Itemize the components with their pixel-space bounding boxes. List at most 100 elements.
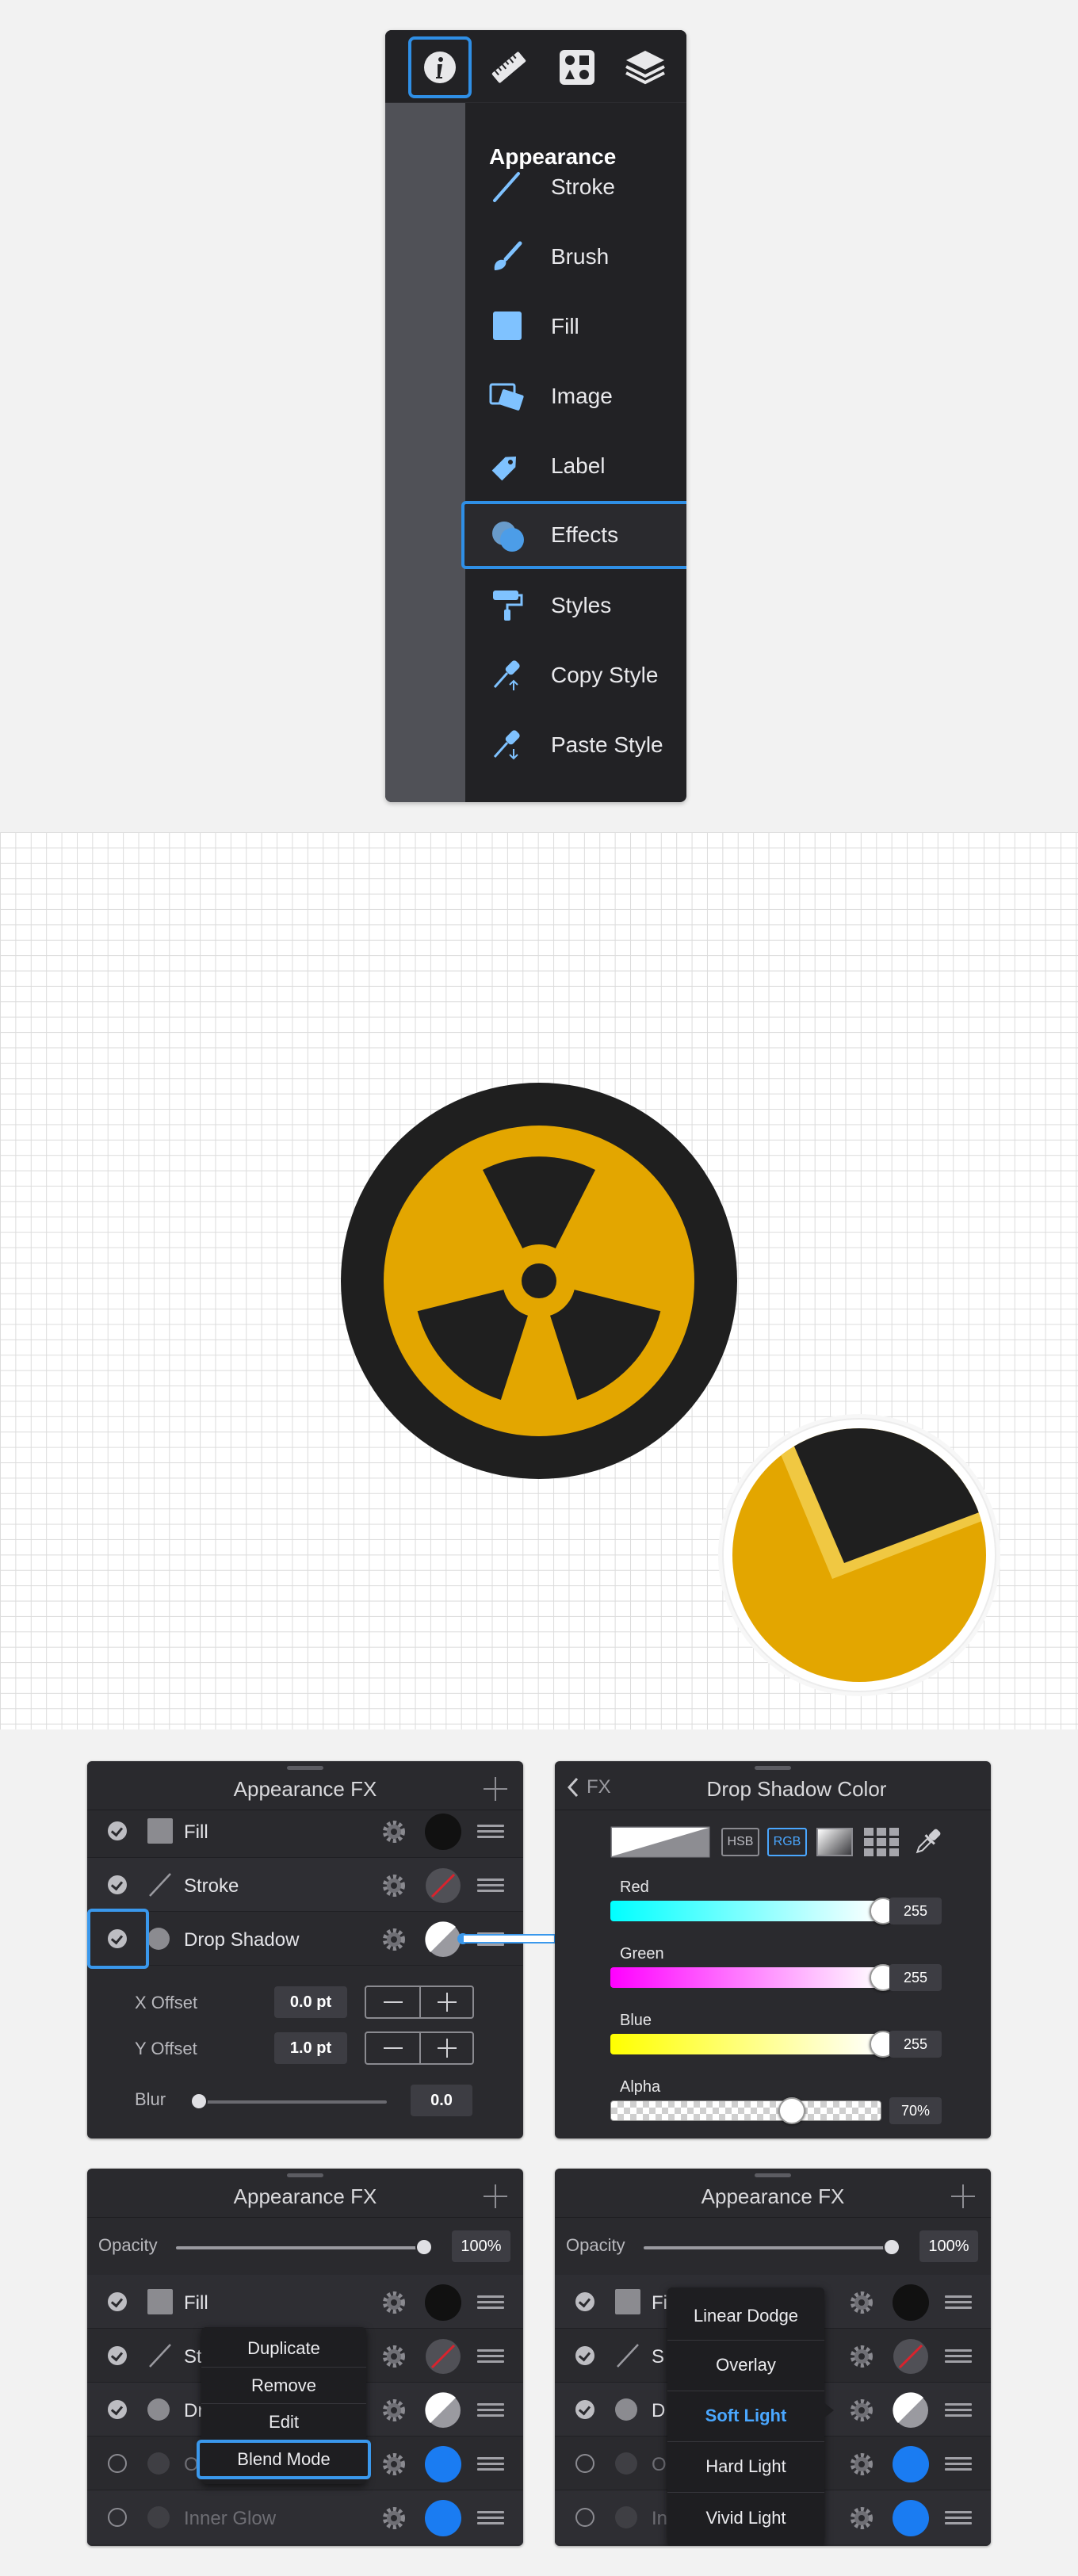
fx-row-inner-glow[interactable]: Inner Glow bbox=[87, 2490, 523, 2544]
blur-value[interactable]: 0.0 bbox=[411, 2085, 472, 2116]
artboard-canvas[interactable] bbox=[0, 832, 1078, 1729]
red-value[interactable]: 255 bbox=[889, 1898, 942, 1924]
blue-slider[interactable] bbox=[610, 2034, 881, 2054]
drag-handle-icon[interactable] bbox=[477, 2457, 504, 2471]
ruler-tab-button[interactable] bbox=[477, 36, 541, 98]
stroke-enabled-checkbox[interactable] bbox=[108, 2346, 127, 2365]
drag-handle-icon[interactable] bbox=[477, 2349, 504, 2364]
shapes-tab-button[interactable] bbox=[545, 36, 609, 98]
gear-icon[interactable] bbox=[380, 2397, 407, 2424]
hsb-mode-button[interactable]: HSB bbox=[721, 1828, 759, 1856]
add-effect-button[interactable] bbox=[951, 2184, 975, 2208]
menu-item-fill[interactable]: Fill bbox=[465, 293, 686, 360]
fill-color-swatch[interactable] bbox=[893, 2284, 929, 2321]
inner-glow-enabled-checkbox[interactable] bbox=[575, 2508, 594, 2527]
drop-shadow-enabled-checkbox[interactable] bbox=[108, 2400, 127, 2419]
info-tab-button[interactable] bbox=[408, 36, 472, 98]
inner-glow-color-swatch[interactable] bbox=[425, 2500, 461, 2536]
opacity-slider-track[interactable] bbox=[176, 2246, 423, 2249]
add-effect-button[interactable] bbox=[484, 2184, 507, 2208]
inner-glow-color-swatch[interactable] bbox=[893, 2500, 929, 2536]
outer-glow-enabled-checkbox[interactable] bbox=[575, 2454, 594, 2473]
gear-icon[interactable] bbox=[380, 2505, 407, 2532]
blend-overlay[interactable]: Overlay bbox=[667, 2340, 824, 2389]
swatches-grid-icon[interactable] bbox=[864, 1828, 899, 1856]
red-slider[interactable] bbox=[610, 1901, 881, 1921]
menu-item-image[interactable]: Image bbox=[465, 363, 686, 430]
stroke-enabled-checkbox[interactable] bbox=[108, 1875, 127, 1894]
drag-handle-icon[interactable] bbox=[945, 2295, 972, 2310]
current-color-preview[interactable] bbox=[610, 1826, 710, 1858]
outer-glow-enabled-checkbox[interactable] bbox=[108, 2454, 127, 2473]
menu-item-brush[interactable]: Brush bbox=[465, 224, 686, 290]
fx-row-fill[interactable]: Fill bbox=[87, 1804, 523, 1858]
gear-icon[interactable] bbox=[380, 1926, 407, 1953]
menu-item-styles[interactable]: Styles bbox=[465, 572, 686, 639]
blend-soft-light[interactable]: Soft Light bbox=[667, 2391, 824, 2440]
drag-handle-icon[interactable] bbox=[945, 2511, 972, 2525]
opacity-slider-track[interactable] bbox=[644, 2246, 891, 2249]
stroke-none-swatch[interactable] bbox=[893, 2338, 929, 2375]
drag-handle-icon[interactable] bbox=[477, 2295, 504, 2310]
stroke-enabled-checkbox[interactable] bbox=[575, 2346, 594, 2365]
fill-enabled-checkbox[interactable] bbox=[108, 1821, 127, 1840]
duplicate-menu-item[interactable]: Duplicate bbox=[201, 2330, 366, 2367]
drop-shadow-color-swatch[interactable] bbox=[893, 2392, 929, 2429]
blur-slider-knob[interactable] bbox=[190, 2093, 208, 2110]
outer-glow-color-swatch[interactable] bbox=[893, 2446, 929, 2482]
fill-enabled-checkbox[interactable] bbox=[108, 2292, 127, 2311]
fill-color-swatch[interactable] bbox=[425, 2284, 461, 2321]
fill-enabled-checkbox[interactable] bbox=[575, 2292, 594, 2311]
blend-mode-menu-item[interactable]: Blend Mode bbox=[197, 2440, 371, 2479]
gear-icon[interactable] bbox=[848, 2289, 875, 2316]
gear-icon[interactable] bbox=[848, 2343, 875, 2370]
menu-item-paste-style[interactable]: Paste Style bbox=[465, 712, 686, 778]
menu-item-label[interactable]: Label bbox=[465, 433, 686, 499]
blend-vivid-light[interactable]: Vivid Light bbox=[667, 2492, 824, 2543]
fx-row-fill[interactable]: Fill bbox=[87, 2275, 523, 2329]
menu-item-effects[interactable]: Effects bbox=[461, 501, 686, 569]
drop-shadow-color-swatch[interactable] bbox=[425, 2392, 461, 2429]
x-offset-value[interactable]: 0.0 pt bbox=[274, 1986, 347, 2018]
radiation-symbol[interactable] bbox=[341, 1083, 737, 1479]
gear-icon[interactable] bbox=[848, 2397, 875, 2424]
drag-handle-icon[interactable] bbox=[945, 2349, 972, 2364]
rgb-mode-button[interactable]: RGB bbox=[767, 1828, 807, 1856]
gear-icon[interactable] bbox=[380, 2343, 407, 2370]
gear-icon[interactable] bbox=[380, 1872, 407, 1899]
opacity-value[interactable]: 100% bbox=[452, 2230, 510, 2262]
alpha-slider[interactable] bbox=[610, 2100, 881, 2121]
opacity-slider-knob[interactable] bbox=[883, 2238, 900, 2256]
gradient-mode-icon[interactable] bbox=[816, 1828, 853, 1856]
blur-slider-track[interactable] bbox=[198, 2100, 387, 2104]
green-value[interactable]: 255 bbox=[889, 1964, 942, 1991]
gear-icon[interactable] bbox=[380, 2289, 407, 2316]
gear-icon[interactable] bbox=[848, 2451, 875, 2478]
drag-handle-icon[interactable] bbox=[945, 2457, 972, 2471]
drop-shadow-enabled-checkbox[interactable] bbox=[575, 2400, 594, 2419]
y-offset-stepper[interactable] bbox=[365, 2031, 474, 2065]
gear-icon[interactable] bbox=[848, 2505, 875, 2532]
alpha-slider-knob[interactable] bbox=[778, 2097, 805, 2124]
stroke-none-swatch[interactable] bbox=[425, 1867, 461, 1904]
alpha-value[interactable]: 70% bbox=[889, 2097, 942, 2124]
inner-glow-enabled-checkbox[interactable] bbox=[108, 2508, 127, 2527]
drag-handle-icon[interactable] bbox=[945, 2403, 972, 2417]
layers-tab-button[interactable] bbox=[614, 36, 677, 98]
eyedropper-icon[interactable] bbox=[912, 1826, 943, 1858]
outer-glow-color-swatch[interactable] bbox=[425, 2446, 461, 2482]
add-effect-button[interactable] bbox=[484, 1777, 507, 1801]
drag-handle-icon[interactable] bbox=[477, 1825, 504, 1839]
fx-row-stroke[interactable]: Stroke bbox=[87, 1858, 523, 1912]
drag-handle-icon[interactable] bbox=[477, 1878, 504, 1893]
menu-item-stroke[interactable]: Stroke bbox=[465, 154, 686, 220]
x-offset-stepper[interactable] bbox=[365, 1986, 474, 2019]
stroke-none-swatch[interactable] bbox=[425, 2338, 461, 2375]
edit-menu-item[interactable]: Edit bbox=[201, 2403, 366, 2440]
green-slider[interactable] bbox=[610, 1967, 881, 1988]
drag-handle-icon[interactable] bbox=[477, 2511, 504, 2525]
opacity-value[interactable]: 100% bbox=[919, 2230, 978, 2262]
blend-hard-light[interactable]: Hard Light bbox=[667, 2441, 824, 2490]
gear-icon[interactable] bbox=[380, 1818, 407, 1845]
remove-menu-item[interactable]: Remove bbox=[201, 2367, 366, 2403]
